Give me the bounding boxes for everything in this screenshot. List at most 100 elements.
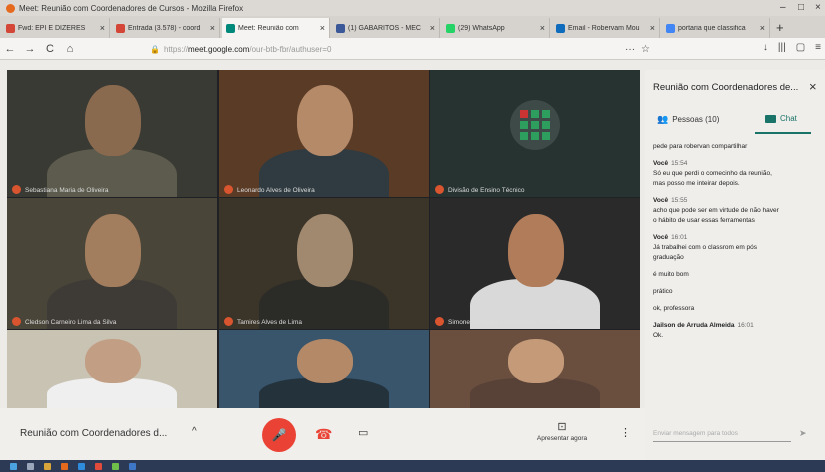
tab-close-icon[interactable]: ×: [320, 23, 325, 33]
message-time: 15:55: [671, 197, 688, 204]
present-now-button[interactable]: ⊡ Apresentar agora: [522, 420, 602, 442]
participant-tile[interactable]: Divisão de Ensino Técnico: [430, 70, 640, 197]
menu-icon[interactable]: ≡: [815, 42, 821, 53]
search-icon[interactable]: [27, 462, 34, 470]
participant-avatar-icon: [224, 185, 233, 194]
tab-1[interactable]: Entrada (3.578) - coord ×: [112, 18, 220, 38]
more-options-button[interactable]: ⋮: [620, 426, 631, 439]
firefox-icon: [6, 3, 15, 13]
window-title: Meet: Reunião com Coordenadores de Curso…: [19, 3, 244, 13]
forward-button[interactable]: →: [20, 43, 40, 55]
tab-4[interactable]: (29) WhatsApp ×: [442, 18, 550, 38]
tab-close-icon[interactable]: ×: [650, 23, 655, 33]
tab-6[interactable]: portaria que classifica ×: [662, 18, 770, 38]
message-sender: Você: [653, 197, 669, 204]
tab-label: (1) GABARITOS - MEC: [348, 24, 421, 32]
tab-5[interactable]: Email - Robervam Mou ×: [552, 18, 660, 38]
participant-tile[interactable]: [430, 330, 640, 408]
participant-tile[interactable]: Tamires Alves de Lima: [219, 198, 429, 329]
tab-3[interactable]: (1) GABARITOS - MEC ×: [332, 18, 440, 38]
close-window-button[interactable]: ×: [815, 2, 821, 13]
participant-name: Leonardo Alves de Oliveira: [237, 187, 315, 194]
participant-avatar-icon: [12, 185, 21, 194]
firefox-taskbar-icon[interactable]: [61, 462, 68, 470]
url-prefix: https://: [163, 44, 188, 54]
folder-icon[interactable]: [44, 462, 51, 470]
maximize-button[interactable]: □: [798, 2, 804, 13]
lock-icon: 🔒: [150, 44, 160, 54]
reload-button[interactable]: C: [40, 43, 60, 55]
message-text: graduação: [653, 254, 684, 261]
participant-face: [508, 214, 564, 287]
tab-close-icon[interactable]: ×: [760, 23, 765, 33]
chat-message: prático: [653, 287, 818, 297]
present-label: Apresentar agora: [536, 435, 588, 442]
back-button[interactable]: ←: [0, 43, 20, 55]
edge-icon[interactable]: [78, 462, 85, 470]
tab-people-label: Pessoas (10): [672, 115, 720, 124]
tab-favicon-icon: [556, 23, 565, 33]
video-grid: Sebastiana Maria de Oliveira Leonardo Alv…: [7, 70, 640, 408]
bookmark-star-icon[interactable]: ☆: [641, 44, 650, 55]
mic-off-button[interactable]: 🎤: [262, 418, 296, 452]
new-tab-button[interactable]: +: [776, 18, 784, 38]
message-time: 16:01: [671, 234, 688, 241]
send-icon[interactable]: ➤: [799, 428, 807, 439]
tab-label: Email - Robervam Mou: [568, 24, 640, 32]
tab-close-icon[interactable]: ×: [210, 23, 215, 33]
minimize-button[interactable]: –: [780, 2, 786, 13]
tab-close-icon[interactable]: ×: [100, 23, 105, 33]
camera-button[interactable]: ▭: [358, 426, 368, 439]
chat-input[interactable]: Enviar mensagem para todos: [653, 430, 791, 442]
tab-2[interactable]: Meet: Reunião com ×: [222, 18, 330, 38]
tab-favicon-icon: [116, 23, 125, 33]
participant-face: [508, 339, 564, 383]
participant-name: Tamires Alves de Lima: [237, 319, 303, 326]
app-icon-2[interactable]: [112, 462, 119, 470]
tab-label: Entrada (3.578) - coord: [128, 24, 201, 32]
close-panel-icon[interactable]: ×: [809, 79, 817, 94]
tab-favicon-icon: [446, 23, 455, 33]
message-text: mas posso me inteirar depois.: [653, 180, 740, 187]
message-text: é muito bom: [653, 271, 689, 278]
tab-strip: Fwd: EPI E DIZERES × Entrada (3.578) - coo…: [0, 16, 825, 38]
message-text: prático: [653, 288, 673, 295]
tab-chat[interactable]: Chat: [765, 114, 797, 123]
message-text: Só eu que perdi o comecinho da reunião,: [653, 170, 772, 177]
participant-tile[interactable]: Leonardo Alves de Oliveira: [219, 70, 429, 197]
hang-up-button[interactable]: ☎: [315, 426, 332, 443]
chat-message: Você 16:01 Já trabalhei com o classrom em …: [653, 233, 818, 263]
side-panel: Reunião com Coordenadores de... × 👥 Pess…: [645, 70, 825, 460]
meeting-name[interactable]: Reunião com Coordenadores d...: [20, 428, 167, 439]
participant-tile[interactable]: Simone Santiago Sarmento de Oliveira: [430, 198, 640, 329]
sidebar-icon[interactable]: ▢: [796, 42, 805, 53]
message-text: ok, professora: [653, 305, 695, 312]
participant-face: [85, 85, 141, 156]
downloads-icon[interactable]: ↓: [763, 42, 768, 53]
page-actions-button[interactable]: ···: [625, 44, 635, 55]
tab-people[interactable]: 👥 Pessoas (10): [657, 114, 719, 125]
chevron-up-icon[interactable]: ^: [192, 426, 197, 437]
url-path: /our-btb-fbr/authuser=0: [249, 44, 332, 54]
start-icon[interactable]: [10, 462, 17, 470]
participant-tile[interactable]: [7, 330, 217, 408]
tab-close-icon[interactable]: ×: [540, 23, 545, 33]
participant-tile[interactable]: [219, 330, 429, 408]
url-bar[interactable]: 🔒 https:// meet.google.com /our-btb-fbr/…: [150, 41, 650, 57]
participant-name: Simone Santiago Sarmento de Oliveira: [448, 319, 561, 326]
chat-messages: pede para robervan compartilhar Você 15:54…: [653, 142, 818, 348]
tab-label: Meet: Reunião com: [238, 24, 299, 32]
tab-favicon-icon: [336, 23, 345, 33]
participant-face: [297, 214, 353, 287]
tab-close-icon[interactable]: ×: [430, 23, 435, 33]
participant-tile[interactable]: Sebastiana Maria de Oliveira: [7, 70, 217, 197]
chat-icon: [765, 114, 776, 123]
present-icon: ⊡: [557, 421, 567, 433]
participant-tile[interactable]: Cledson Carneiro Lima da Silva: [7, 198, 217, 329]
app-icon[interactable]: [95, 462, 102, 470]
home-button[interactable]: ⌂: [60, 43, 80, 55]
word-icon[interactable]: [129, 462, 136, 470]
tab-0[interactable]: Fwd: EPI E DIZERES ×: [2, 18, 110, 38]
library-icon[interactable]: |||: [778, 42, 786, 53]
participant-face: [297, 85, 353, 156]
